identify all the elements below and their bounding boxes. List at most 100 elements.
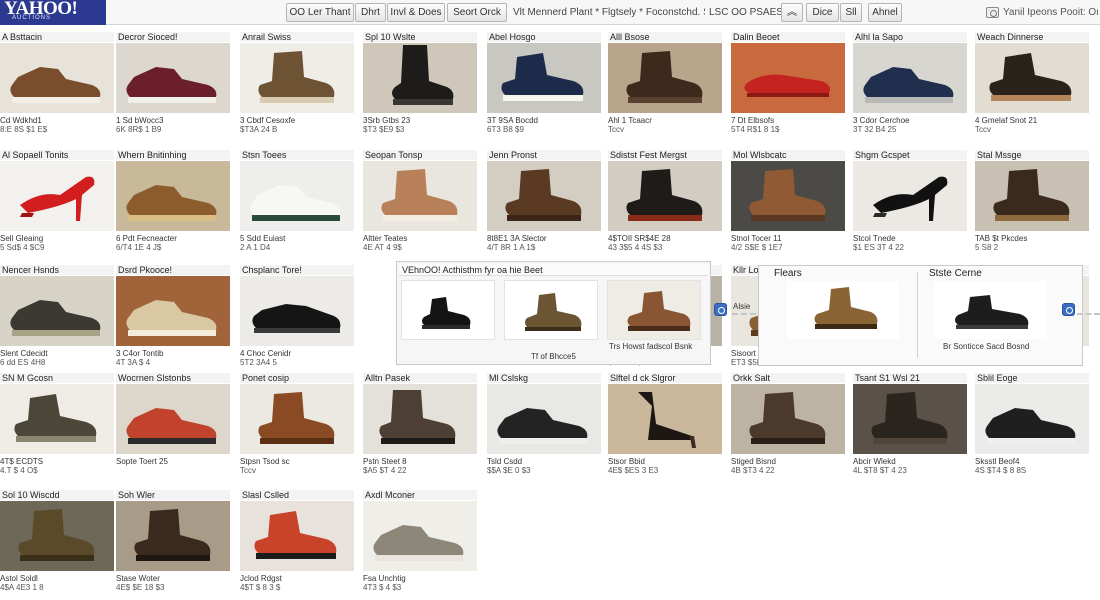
product-card[interactable]: Alltn Pasek Pstn Steet 8 $A5 $T 4 22 <box>363 373 477 475</box>
product-image[interactable] <box>853 161 967 231</box>
toolbar-button-5[interactable]: Dice <box>806 3 839 22</box>
product-image[interactable] <box>0 43 114 113</box>
product-image[interactable] <box>116 43 230 113</box>
comparison-image-4[interactable] <box>787 281 899 339</box>
product-title[interactable]: Sblil Eoge <box>975 373 1089 383</box>
product-card[interactable]: Slasl Cslled Jclod Rdgst 4$T $ 8 3 $ <box>240 490 354 592</box>
product-title[interactable]: Sdistst Fest Mergst <box>608 150 722 160</box>
product-image[interactable] <box>853 43 967 113</box>
comparison-image-3[interactable] <box>607 280 701 340</box>
product-card[interactable]: Orkk Salt Stiged Bisnd 4B $T3 4 22 <box>731 373 845 475</box>
product-title[interactable]: Alhl la Sapo <box>853 32 967 42</box>
product-image[interactable] <box>0 276 114 346</box>
toolbar-button-7[interactable]: Ahnel <box>868 3 902 22</box>
product-card[interactable]: A Bsttacin Cd Wdkhd1 8:E 8S $1 E$ <box>0 32 114 134</box>
product-image[interactable] <box>240 276 354 346</box>
toolbar-button-1[interactable]: OO Ler Thant <box>286 3 354 22</box>
product-title[interactable]: Nencer Hsnds <box>0 265 114 275</box>
product-card[interactable]: Alll Bsose Ahl 1 Tcaacr Tccv <box>608 32 722 134</box>
product-title[interactable]: Ponet cosip <box>240 373 354 383</box>
product-image[interactable] <box>853 384 967 454</box>
product-image[interactable] <box>731 384 845 454</box>
product-card[interactable]: Spl 10 Wslte 3Srb Gtbs 23 $T3 $E9 $3 <box>363 32 477 134</box>
product-title[interactable]: Decror Sioced! <box>116 32 230 42</box>
product-card[interactable]: Dsrd Pkooce! 3 C4or Tontib 4T 3A $ 4 <box>116 265 230 367</box>
product-image[interactable] <box>975 43 1089 113</box>
product-card[interactable]: Axdl Mconer Fsa Unchtig 4T3 $ 4 $3 <box>363 490 477 592</box>
product-title[interactable]: Whern Bnitinhing <box>116 150 230 160</box>
product-image[interactable] <box>975 161 1089 231</box>
product-title[interactable]: Seopan Tonsp <box>363 150 477 160</box>
product-card[interactable]: Abel Hosgo 3T 9SA Bocdd 6T3 B8 $9 <box>487 32 601 134</box>
product-title[interactable]: Weach Dinnerse <box>975 32 1089 42</box>
product-card[interactable]: Decror Sioced! 1 Sd bWocc3 6K 8R$ 1 B9 <box>116 32 230 134</box>
product-image[interactable] <box>363 384 477 454</box>
product-image[interactable] <box>363 161 477 231</box>
product-card[interactable]: Stsn Toees 5 Sdd Euiast 2 A 1 D4 <box>240 150 354 252</box>
comparison-image-1[interactable] <box>401 280 495 340</box>
product-image[interactable] <box>487 43 601 113</box>
product-card[interactable]: Weach Dinnerse 4 Gmelaf Snot 21 Tccv <box>975 32 1089 134</box>
yahoo-logo[interactable]: YAHOO! AUCTIONS <box>0 0 106 25</box>
product-card[interactable]: Alhl la Sapo 3 Cdor Cerchoe 3T 32 B4 25 <box>853 32 967 134</box>
product-card[interactable]: Wocrnen Slstonbs Sopte Toert 25 <box>116 373 230 466</box>
product-image[interactable] <box>608 161 722 231</box>
product-image[interactable] <box>608 43 722 113</box>
product-title[interactable]: Anrail Swiss <box>240 32 354 42</box>
product-image[interactable] <box>116 161 230 231</box>
product-title[interactable]: Tsant S1 Wsl 21 <box>853 373 967 383</box>
product-image[interactable] <box>487 161 601 231</box>
product-card[interactable]: Sblil Eoge Sksstl Beof4 4S $T4 $ 8 8S <box>975 373 1089 475</box>
nav-right-icon[interactable] <box>1062 303 1075 316</box>
product-image[interactable] <box>363 501 477 571</box>
product-image[interactable] <box>975 384 1089 454</box>
toolbar-button-2[interactable]: Dhrt <box>355 3 386 22</box>
product-title[interactable]: Spl 10 Wslte <box>363 32 477 42</box>
product-image[interactable] <box>0 384 114 454</box>
product-title[interactable]: Sol 10 Wiscdd <box>0 490 114 500</box>
product-image[interactable] <box>240 161 354 231</box>
nav-left-icon[interactable] <box>714 303 727 316</box>
product-title[interactable]: Ml Cslskg <box>487 373 601 383</box>
product-card[interactable]: Anrail Swiss 3 Cbdf Cesoxfe $T3A 24 B <box>240 32 354 134</box>
product-title[interactable]: Slasl Cslled <box>240 490 354 500</box>
product-image[interactable] <box>240 501 354 571</box>
toolbar-button-3[interactable]: Invl & Does <box>387 3 445 22</box>
product-card[interactable]: Seopan Tonsp Altter Teates 4E AT 4 9$ <box>363 150 477 252</box>
product-image[interactable] <box>363 43 477 113</box>
product-image[interactable] <box>116 384 230 454</box>
scroll-up-button[interactable]: ︽ <box>781 3 803 22</box>
product-title[interactable]: Dsrd Pkooce! <box>116 265 230 275</box>
toolbar-button-6[interactable]: Sll <box>840 3 862 22</box>
product-title[interactable]: Al Sopaell Tonits <box>0 150 114 160</box>
product-title[interactable]: Axdl Mconer <box>363 490 477 500</box>
product-card[interactable]: Jenn Pronst 8t8E1 3A Slector 4/T 8R 1 A 1$ <box>487 150 601 252</box>
product-card[interactable]: Nencer Hsnds Slent Cdecidt 6 dd ES 4H8 <box>0 265 114 367</box>
product-card[interactable]: Sol 10 Wiscdd Astol Soldl 4$A 4E3 1 8 <box>0 490 114 592</box>
product-title[interactable]: Alll Bsose <box>608 32 722 42</box>
product-card[interactable]: Tsant S1 Wsl 21 Abcir Wlekd 4L $T8 $T 4 23 <box>853 373 967 475</box>
product-card[interactable]: Soh Wler Stase Woter 4E$ $E 18 $3 <box>116 490 230 592</box>
product-title[interactable]: A Bsttacin <box>0 32 114 42</box>
product-title[interactable]: Mol Wlsbcatc <box>731 150 845 160</box>
product-title[interactable]: Orkk Salt <box>731 373 845 383</box>
product-card[interactable]: SN M Gcosn 4T$ ECDTS 4.T $ 4 O$ <box>0 373 114 475</box>
toolbar-button-4[interactable]: Seort Orck <box>447 3 507 22</box>
camera-icon[interactable] <box>986 6 999 18</box>
product-image[interactable] <box>240 43 354 113</box>
product-title[interactable]: Wocrnen Slstonbs <box>116 373 230 383</box>
product-title[interactable]: Dalin Beoet <box>731 32 845 42</box>
product-title[interactable]: Stal Mssge <box>975 150 1089 160</box>
product-card[interactable]: Dalin Beoet 7 Dt Elbsofs 5T4 R$1 8 1$ <box>731 32 845 134</box>
product-title[interactable]: Jenn Pronst <box>487 150 601 160</box>
product-title[interactable]: Slftel d ck Slgror <box>608 373 722 383</box>
product-card[interactable]: Whern Bnitinhing 6 Pdt Fecneacter 6/T4 1E … <box>116 150 230 252</box>
product-card[interactable]: Shgm Gcspet Stcol Tnede $1 ES 3T 4 22 <box>853 150 967 252</box>
product-image[interactable] <box>0 161 114 231</box>
product-title[interactable]: Soh Wler <box>116 490 230 500</box>
product-title[interactable]: Stsn Toees <box>240 150 354 160</box>
product-image[interactable] <box>116 501 230 571</box>
product-card[interactable]: Al Sopaell Tonits Sell Gleaing 5 Sd$ 4 $C9 <box>0 150 114 252</box>
product-card[interactable]: Slftel d ck Slgror Stsor Bbid 4E$ $ES 3 E3 <box>608 373 722 475</box>
product-image[interactable] <box>731 161 845 231</box>
